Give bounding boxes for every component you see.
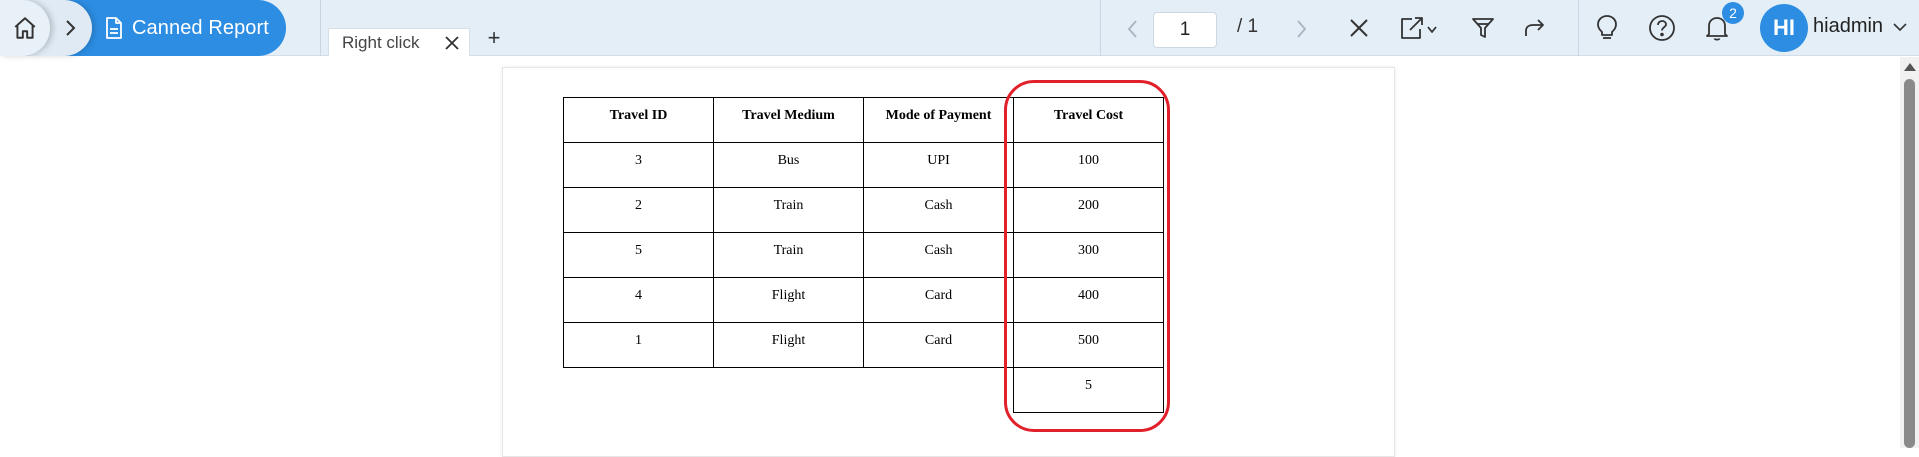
table-cell[interactable]: Train	[713, 187, 864, 233]
table-cell[interactable]: 400	[1013, 277, 1164, 323]
scrollbar-thumb[interactable]	[1904, 79, 1915, 448]
close-report-button[interactable]	[1342, 12, 1376, 44]
export-button[interactable]	[1396, 12, 1442, 44]
page-total: / 1	[1237, 16, 1259, 37]
close-tab-icon[interactable]	[443, 34, 461, 52]
share-button[interactable]	[1518, 12, 1552, 44]
add-tab-button[interactable]: +	[484, 26, 504, 50]
table-row: 4 Flight Card 400	[563, 277, 1164, 323]
tab-right-click[interactable]: Right click	[328, 28, 470, 56]
breadcrumb-current[interactable]: Canned Report	[60, 0, 286, 56]
empty-cell	[714, 368, 864, 413]
insights-button[interactable]	[1590, 12, 1624, 44]
top-bar: Canned Report Right click + / 1	[0, 0, 1919, 56]
table-cell[interactable]: 2	[563, 187, 714, 233]
table-row: 2 Train Cash 200	[563, 187, 1164, 233]
table-cell[interactable]: UPI	[863, 142, 1014, 188]
table-cell[interactable]: Cash	[863, 232, 1014, 278]
vertical-scrollbar[interactable]	[1900, 57, 1919, 448]
table-cell[interactable]: 5	[563, 232, 714, 278]
page-number-input[interactable]	[1153, 12, 1217, 48]
table-row: 1 Flight Card 500	[563, 322, 1164, 368]
previous-page-icon[interactable]	[1122, 18, 1144, 40]
username[interactable]: hiadmin	[1813, 15, 1883, 38]
filter-icon	[1472, 18, 1494, 38]
table-cell[interactable]: Train	[713, 232, 864, 278]
report-table: Travel ID Travel Medium Mode of Payment …	[563, 97, 1164, 413]
summary-cell-travel-cost[interactable]: 5	[1013, 367, 1164, 413]
table-cell[interactable]: 500	[1013, 322, 1164, 368]
home-icon	[14, 17, 36, 39]
table-cell[interactable]: Cash	[863, 187, 1014, 233]
scroll-up-arrow-icon[interactable]	[1904, 63, 1916, 71]
table-row: 3 Bus UPI 100	[563, 142, 1164, 188]
empty-cell	[864, 368, 1014, 413]
header-travel-medium[interactable]: Travel Medium	[713, 97, 864, 143]
header-travel-id[interactable]: Travel ID	[563, 97, 714, 143]
next-page-icon[interactable]	[1290, 18, 1312, 40]
breadcrumb-label: Canned Report	[132, 16, 269, 39]
table-cell[interactable]: 1	[563, 322, 714, 368]
help-button[interactable]	[1645, 12, 1679, 44]
table-cell[interactable]: Card	[863, 322, 1014, 368]
share-icon	[1525, 19, 1544, 36]
chevron-down-icon[interactable]	[1892, 19, 1908, 35]
table-cell[interactable]: Bus	[713, 142, 864, 188]
table-header-row: Travel ID Travel Medium Mode of Payment …	[563, 97, 1164, 143]
filter-button[interactable]	[1466, 12, 1500, 44]
table-cell[interactable]: 3	[563, 142, 714, 188]
notification-count-badge: 2	[1722, 2, 1744, 24]
summary-row: 5	[564, 367, 1164, 413]
document-icon	[106, 17, 122, 39]
table-cell[interactable]: Flight	[713, 322, 864, 368]
table-cell[interactable]: 300	[1013, 232, 1164, 278]
table-cell[interactable]: Card	[863, 277, 1014, 323]
close-icon	[1350, 19, 1368, 37]
lightbulb-icon	[1597, 15, 1617, 39]
report-page: Travel ID Travel Medium Mode of Payment …	[502, 67, 1395, 457]
table-row: 5 Train Cash 300	[563, 232, 1164, 278]
divider	[1100, 0, 1101, 56]
empty-cell	[564, 368, 714, 413]
help-icon	[1649, 15, 1675, 41]
table-cell[interactable]: 4	[563, 277, 714, 323]
table-cell[interactable]: 100	[1013, 142, 1164, 188]
avatar[interactable]: HI	[1760, 4, 1808, 52]
divider	[320, 0, 321, 56]
table-cell[interactable]: 200	[1013, 187, 1164, 233]
report-canvas: Travel ID Travel Medium Mode of Payment …	[0, 57, 1900, 457]
chevron-right-icon	[66, 20, 76, 36]
header-travel-cost[interactable]: Travel Cost	[1013, 97, 1164, 143]
header-mode-of-payment[interactable]: Mode of Payment	[863, 97, 1014, 143]
divider	[1578, 0, 1579, 56]
table-cell[interactable]: Flight	[713, 277, 864, 323]
export-icon	[1401, 17, 1437, 39]
tab-label: Right click	[342, 32, 420, 52]
